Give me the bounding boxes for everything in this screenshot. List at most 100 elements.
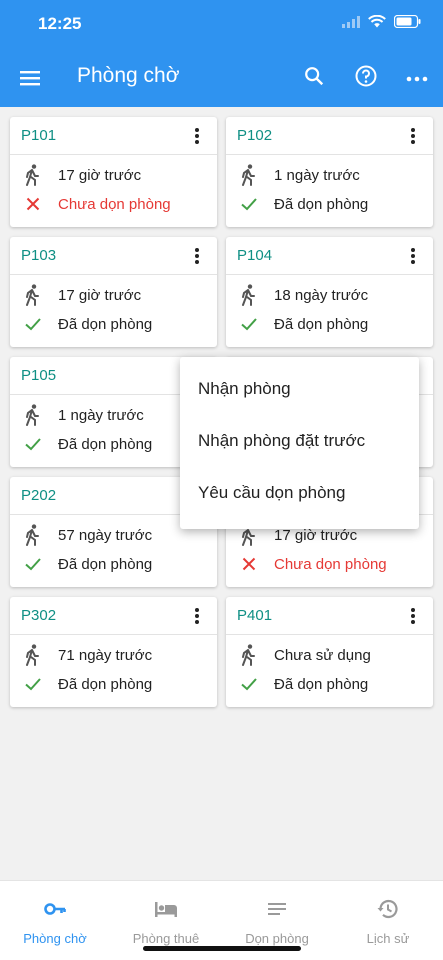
- check-icon: [22, 433, 44, 455]
- tab-label: Lịch sử: [366, 931, 410, 946]
- menu-item-check-in[interactable]: Nhận phòng: [180, 363, 419, 415]
- room-number: P202: [21, 487, 57, 504]
- room-time-text: 71 ngày trước: [58, 646, 153, 664]
- more-vertical-icon[interactable]: [187, 606, 207, 626]
- room-card[interactable]: P103 17 giờ trước Đã dọn phòng: [10, 237, 217, 347]
- more-vertical-icon[interactable]: [403, 246, 423, 266]
- page-title: Phòng chờ: [77, 64, 180, 87]
- room-last-used: 57 ngày trước: [22, 524, 152, 546]
- room-card-header: P302: [10, 597, 217, 635]
- more-horizontal-icon: [406, 69, 428, 87]
- tab-label: Phòng thuê: [132, 931, 200, 946]
- room-status-text: Đã dọn phòng: [58, 555, 153, 573]
- menu-button[interactable]: [18, 66, 42, 90]
- more-vertical-icon[interactable]: [187, 126, 207, 146]
- room-number: P103: [21, 247, 57, 264]
- walking-person-icon: [238, 284, 260, 306]
- walking-person-icon: [22, 524, 44, 546]
- room-clean-status: Đã dọn phòng: [22, 673, 152, 695]
- room-status-text: Đã dọn phòng: [58, 675, 153, 693]
- room-clean-status: Đã dọn phòng: [238, 193, 368, 215]
- status-icons: [342, 14, 421, 33]
- close-icon: [238, 553, 260, 575]
- room-clean-status: Chưa dọn phòng: [22, 193, 171, 215]
- walking-person-icon: [22, 164, 44, 186]
- walking-person-icon: [238, 164, 260, 186]
- tab-label: Dọn phòng: [245, 931, 309, 946]
- room-number: P102: [237, 127, 273, 144]
- list-icon: [265, 897, 289, 921]
- menu-item-check-in-reserved[interactable]: Nhận phòng đặt trước: [180, 415, 419, 467]
- more-vertical-icon[interactable]: [403, 126, 423, 146]
- more-button[interactable]: [403, 64, 431, 92]
- room-card-header: P104: [226, 237, 433, 275]
- room-card-header: P103: [10, 237, 217, 275]
- room-clean-status: Đã dọn phòng: [22, 313, 152, 335]
- app-bar: 12:25 Phòng chờ: [0, 0, 443, 107]
- room-last-used: Chưa sử dụng: [238, 644, 371, 666]
- walking-person-icon: [238, 644, 260, 666]
- room-time-text: 17 giờ trước: [58, 286, 142, 304]
- room-time-text: 17 giờ trước: [58, 166, 142, 184]
- home-indicator: [143, 946, 301, 951]
- close-icon: [22, 193, 44, 215]
- room-clean-status: Đã dọn phòng: [22, 433, 152, 455]
- tab-lich-su[interactable]: Lịch sử: [333, 881, 443, 960]
- walking-person-icon: [22, 644, 44, 666]
- room-number: P104: [237, 247, 273, 264]
- room-number: P105: [21, 367, 57, 384]
- menu-item-request-cleaning[interactable]: Yêu cầu dọn phòng: [180, 467, 419, 519]
- check-icon: [238, 673, 260, 695]
- room-status-text: Đã dọn phòng: [274, 195, 369, 213]
- room-last-used: 18 ngày trước: [238, 284, 368, 306]
- search-icon: [303, 65, 325, 92]
- battery-icon: [393, 14, 421, 33]
- room-last-used: 1 ngày trước: [238, 164, 360, 186]
- room-card[interactable]: P101 17 giờ trước Chưa dọn phòng: [10, 117, 217, 227]
- room-status-text: Chưa dọn phòng: [274, 555, 387, 573]
- room-time-text: 18 ngày trước: [274, 286, 369, 304]
- room-clean-status: Chưa dọn phòng: [238, 553, 387, 575]
- room-status-text: Đã dọn phòng: [274, 675, 369, 693]
- search-button[interactable]: [300, 64, 328, 92]
- status-time: 12:25: [38, 14, 82, 33]
- room-time-text: 1 ngày trước: [58, 406, 144, 424]
- room-clean-status: Đã dọn phòng: [238, 673, 368, 695]
- room-time-text: 17 giờ trước: [274, 526, 358, 544]
- hamburger-icon: [18, 71, 42, 94]
- room-status-text: Đã dọn phòng: [58, 315, 153, 333]
- check-icon: [22, 673, 44, 695]
- room-clean-status: Đã dọn phòng: [22, 553, 152, 575]
- tab-phong-cho[interactable]: Phòng chờ: [0, 881, 110, 960]
- check-icon: [22, 553, 44, 575]
- walking-person-icon: [22, 284, 44, 306]
- help-icon: [354, 64, 378, 93]
- room-clean-status: Đã dọn phòng: [238, 313, 368, 335]
- room-number: P302: [21, 607, 57, 624]
- room-status-text: Chưa dọn phòng: [58, 195, 171, 213]
- room-card[interactable]: P102 1 ngày trước Đã dọn phòng: [226, 117, 433, 227]
- room-last-used: 71 ngày trước: [22, 644, 152, 666]
- key-icon: [43, 897, 67, 921]
- room-number: P401: [237, 607, 273, 624]
- walking-person-icon: [22, 404, 44, 426]
- room-last-used: 17 giờ trước: [22, 284, 141, 306]
- room-card-header: P401: [226, 597, 433, 635]
- help-button[interactable]: [352, 64, 380, 92]
- room-card[interactable]: P302 71 ngày trước Đã dọn phòng: [10, 597, 217, 707]
- room-last-used: 1 ngày trước: [22, 404, 144, 426]
- room-card[interactable]: P401 Chưa sử dụng Đã dọn phòng: [226, 597, 433, 707]
- check-icon: [238, 313, 260, 335]
- room-action-menu: Nhận phòng Nhận phòng đặt trước Yêu cầu …: [180, 357, 419, 529]
- room-time-text: 1 ngày trước: [274, 166, 360, 184]
- check-icon: [22, 313, 44, 335]
- history-icon: [376, 897, 400, 921]
- tab-label: Phòng chờ: [23, 931, 87, 946]
- more-vertical-icon[interactable]: [187, 246, 207, 266]
- signal-icon: [342, 15, 360, 33]
- wifi-icon: [368, 14, 386, 33]
- more-vertical-icon[interactable]: [403, 606, 423, 626]
- room-number: P101: [21, 127, 57, 144]
- room-card[interactable]: P104 18 ngày trước Đã dọn phòng: [226, 237, 433, 347]
- check-icon: [238, 193, 260, 215]
